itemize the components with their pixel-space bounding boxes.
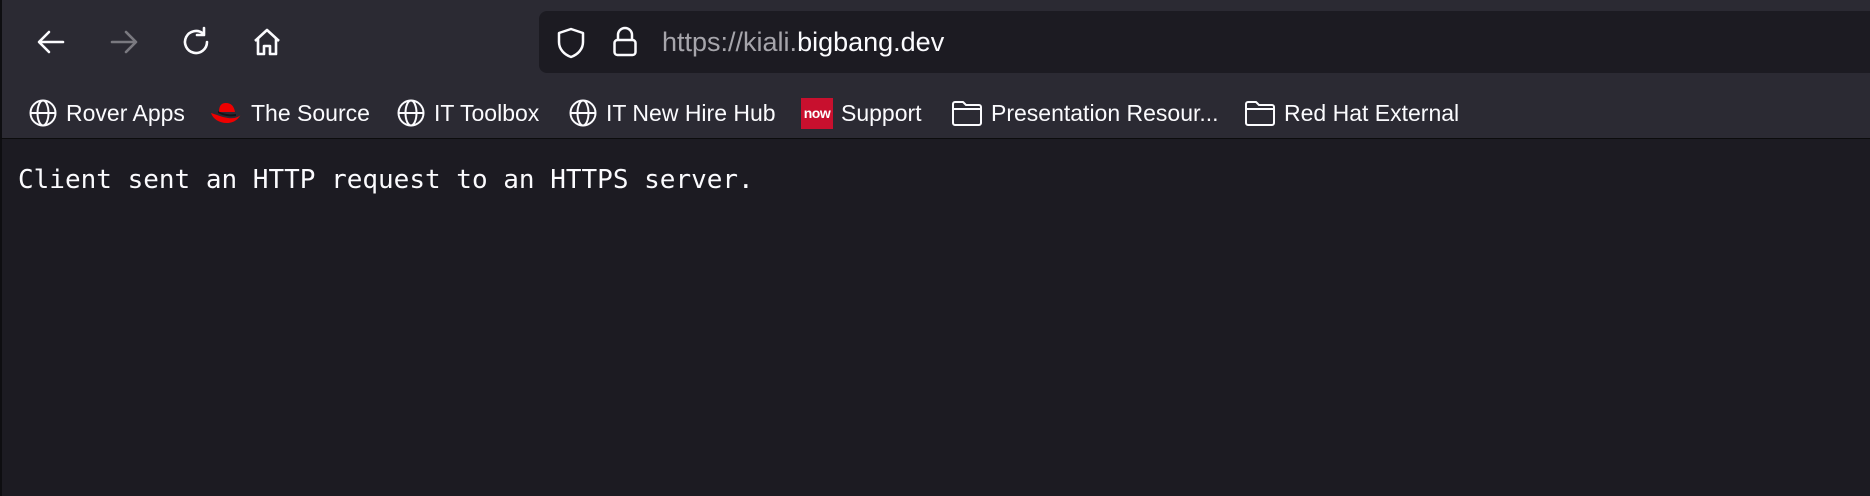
bookmark-label: IT Toolbox — [434, 99, 540, 126]
url-text[interactable]: https://kiali.bigbang.dev — [662, 27, 944, 57]
bookmark-support[interactable]: now Support — [801, 87, 922, 139]
arrow-left-icon — [37, 30, 65, 54]
url-domain: bigbang.dev — [797, 27, 945, 57]
home-button[interactable] — [247, 22, 287, 62]
forward-button[interactable] — [104, 22, 144, 62]
globe-icon — [29, 99, 57, 127]
reload-icon — [183, 26, 209, 55]
page-content: Client sent an HTTP request to an HTTPS … — [0, 139, 1870, 496]
error-message: Client sent an HTTP request to an HTTPS … — [18, 165, 754, 195]
bookmark-label: Presentation Resour... — [991, 99, 1219, 126]
bookmark-it-toolbox[interactable]: IT Toolbox — [396, 87, 539, 139]
lock-icon[interactable] — [612, 26, 638, 58]
servicenow-icon: now — [801, 97, 833, 129]
bookmark-label: IT New Hire Hub — [606, 99, 776, 126]
url-prefix: https://kiali. — [662, 27, 798, 57]
address-bar[interactable]: https://kiali.bigbang.dev — [539, 11, 1870, 73]
bookmark-rover-apps[interactable]: Rover Apps — [28, 87, 185, 139]
globe-icon — [569, 99, 597, 127]
bookmark-label: Support — [841, 99, 922, 126]
shield-icon[interactable] — [557, 27, 585, 59]
arrow-right-icon — [110, 30, 138, 54]
bookmark-label: Rover Apps — [66, 99, 185, 126]
home-icon — [254, 28, 280, 56]
reload-button[interactable] — [176, 22, 216, 62]
bookmark-the-source[interactable]: The Source — [209, 87, 370, 139]
bookmark-label: The Source — [251, 99, 370, 126]
globe-icon — [397, 99, 425, 127]
bookmark-it-new-hire-hub[interactable]: IT New Hire Hub — [568, 87, 776, 139]
folder-icon — [952, 101, 982, 126]
bookmark-label: Red Hat External — [1284, 99, 1460, 126]
browser-toolbar: https://kiali.bigbang.dev — [0, 0, 1870, 87]
redhat-fedora-icon — [211, 103, 241, 123]
bookmarks-toolbar: Rover Apps The Source IT Toolbox IT New … — [0, 87, 1870, 139]
folder-icon — [1245, 101, 1275, 126]
back-button[interactable] — [31, 22, 71, 62]
bookmark-folder-presentation-resources[interactable]: Presentation Resour... — [951, 87, 1219, 139]
bookmark-folder-red-hat-external[interactable]: Red Hat External — [1244, 87, 1459, 139]
